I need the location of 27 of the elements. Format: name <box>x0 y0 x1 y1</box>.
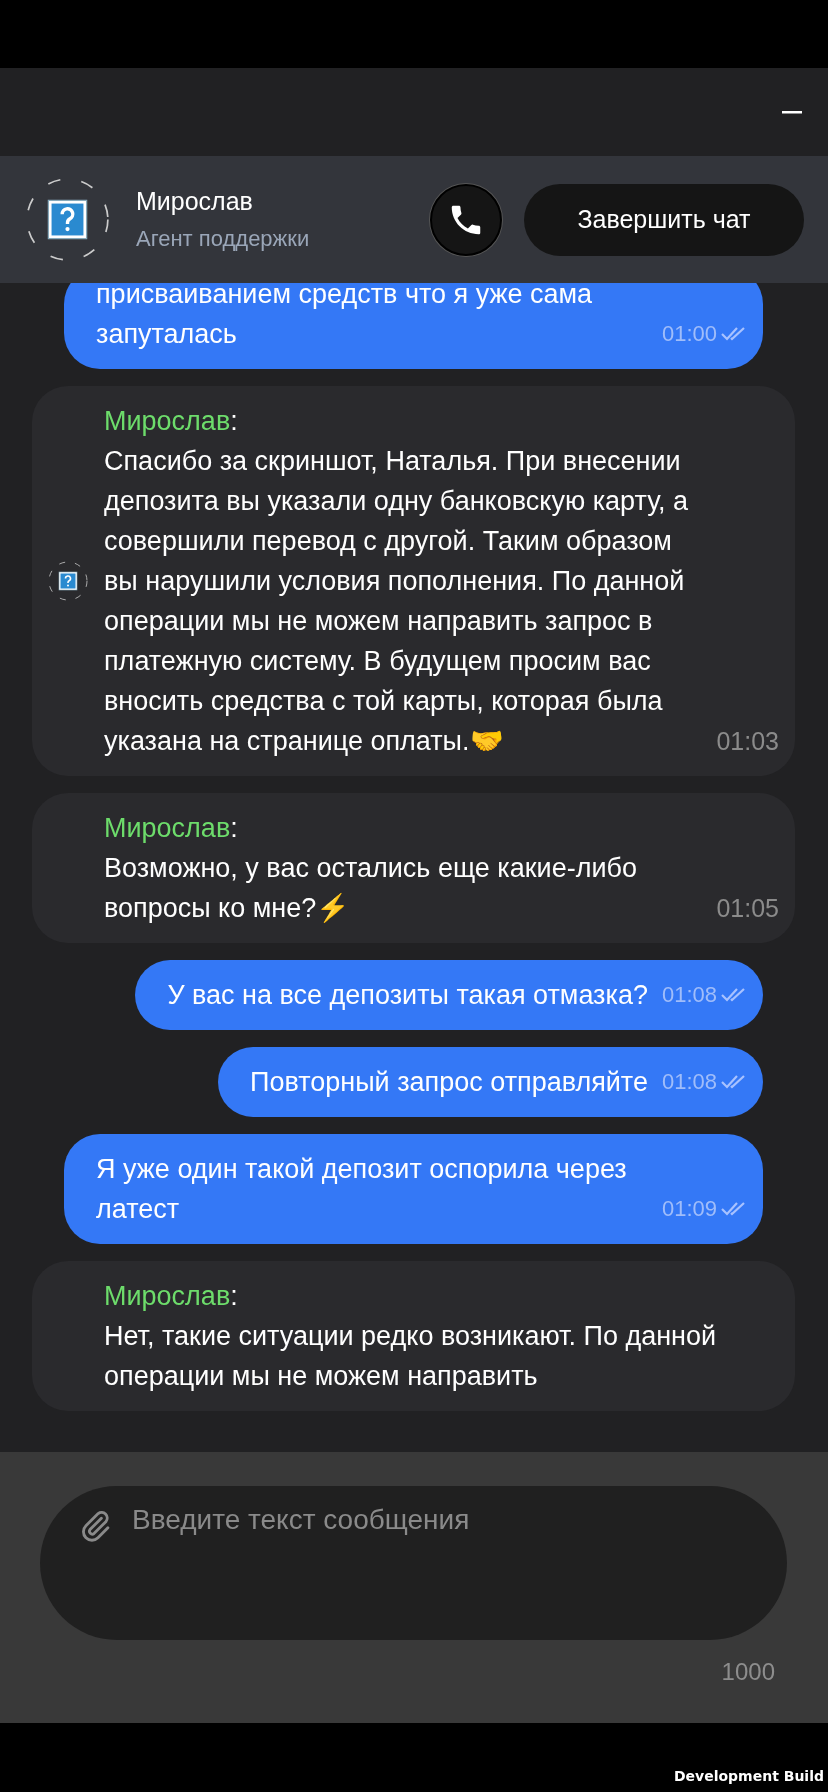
sender-separator: : <box>230 406 238 436</box>
message-text: присваиванием средств что я уже сама запуталась <box>96 283 594 351</box>
end-chat-button[interactable]: Завершить чат <box>524 183 804 256</box>
message-text: Нет, такие ситуации редко возникают. По данной операции мы не можем направить <box>104 1320 718 1393</box>
minimize-icon[interactable] <box>782 110 802 114</box>
message-time: 01:00 <box>661 321 717 347</box>
message-time: 01:08 <box>661 1069 717 1095</box>
message-text: Я уже один такой депозит оспорила через латест <box>96 1153 628 1226</box>
message-time: 01:09 <box>661 1196 717 1222</box>
sender-name: Мирослав <box>104 1281 231 1311</box>
build-label: Development Build <box>673 1768 824 1784</box>
sender-name: Мирослав <box>104 406 231 436</box>
message-text: Повторный запрос отправляйте <box>250 1066 648 1099</box>
message-field[interactable]: Введите текст сообщения <box>40 1486 787 1640</box>
character-counter: 1000 <box>721 1658 775 1686</box>
message-time: 01:03 <box>715 726 779 757</box>
message-text: У вас на все депозиты такая отмазка? <box>167 979 648 1012</box>
agent-name: Мирослав <box>136 187 254 216</box>
sender-separator: : <box>230 813 238 843</box>
message-time: 01:08 <box>661 982 717 1008</box>
message-text: Спасибо за скриншот, Наталья. При внесении депозита вы указали одну банковскую карту, а совершили перевод с другой. Таким образом вы нарушили условия пополнения. По данной операции мы не можем направить запрос в платежную систему. В будущем просим вас вносить средства с той карты, которая была указана на странице оплаты.🤝 <box>104 445 689 758</box>
avatar-icon <box>25 177 110 262</box>
sender-separator: : <box>230 1281 238 1311</box>
message-time: 01:05 <box>715 893 779 924</box>
sender-name: Мирослав <box>104 813 231 843</box>
agent-role: Агент поддержки <box>136 226 310 252</box>
message-text: Возможно, у вас остались еще какие-либо вопросы ко мне?⚡ <box>104 852 638 925</box>
